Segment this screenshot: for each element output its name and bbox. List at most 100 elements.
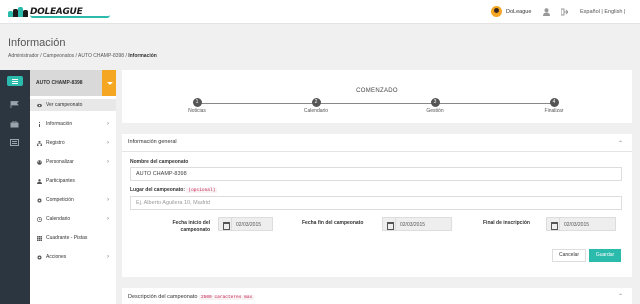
calendar-icon	[218, 217, 232, 231]
top-bar: DOLEAGUE DoLeague Español | English |	[0, 0, 640, 24]
briefcase-icon[interactable]	[10, 121, 19, 128]
step-number: 4	[549, 98, 559, 107]
place-field[interactable]: Ej. Alberto Aguilera 10, Madrid	[130, 196, 622, 210]
sidebar-item-ver-campeonato[interactable]: Ver campeonato	[30, 99, 116, 111]
description-title: Descripción del campeonato	[128, 294, 198, 300]
user-icon	[37, 178, 42, 184]
sidebar-item-registro[interactable]: Registro ›	[30, 137, 116, 149]
paint-icon	[37, 159, 42, 165]
championship-status: COMENZADO	[356, 88, 398, 94]
end-date-label: Fecha fin del campeonato	[302, 220, 364, 226]
step-finalizar[interactable]: 4 Finalizar	[524, 98, 584, 114]
step-label: Noticias	[188, 108, 206, 114]
info-icon	[39, 121, 40, 127]
gear-icon	[37, 198, 42, 202]
registration-end-picker[interactable]: 02/03/2015	[546, 217, 616, 231]
start-date-value: 02/03/2015	[232, 217, 273, 231]
sidebar-item-label: Ver campeonato	[46, 102, 83, 108]
sidebar-item-competicion[interactable]: Competición ›	[30, 194, 116, 206]
sidebar-item-label: Personalizar	[46, 159, 74, 165]
place-label-text: Lugar del campeonato:	[130, 187, 186, 193]
chevron-right-icon: ›	[107, 121, 109, 127]
flag-icon[interactable]	[10, 101, 19, 108]
save-button[interactable]: Guardar	[589, 249, 621, 262]
user-menu[interactable]: DoLeague	[491, 6, 531, 17]
left-icon-bar	[0, 70, 30, 304]
championship-name: AUTO CHAMP-8398	[36, 80, 83, 86]
registration-end-value: 02/03/2015	[560, 217, 616, 231]
grid-icon	[37, 235, 42, 241]
calendar-icon	[382, 217, 396, 231]
step-label: Gestión	[426, 108, 444, 114]
end-date-value: 02/03/2015	[396, 217, 452, 231]
sidebar-header: AUTO CHAMP-8398	[30, 70, 116, 96]
optional-badge: (opcional)	[186, 188, 218, 193]
sign-out-icon[interactable]	[561, 8, 568, 16]
card-icon[interactable]	[10, 139, 19, 146]
step-calendario[interactable]: 2 Calendario	[286, 98, 346, 114]
sidebar-item-label: Información	[46, 121, 73, 127]
start-date-picker[interactable]: 02/03/2015	[218, 217, 273, 231]
sidebar-item-calendario[interactable]: Calendario ›	[30, 213, 116, 225]
championship-name-field[interactable]: AUTO CHAMP-8398	[130, 167, 622, 181]
chevron-up-icon[interactable]: ⌃	[618, 140, 623, 147]
sidebar-item-acciones[interactable]: Acciones ›	[30, 251, 116, 263]
breadcrumb-path[interactable]: Administrador / Campeonatos / AUTO CHAMP…	[8, 53, 128, 59]
name-label: Nombre del campeonato	[130, 159, 189, 165]
sidebar-item-label: Calendario	[46, 216, 71, 222]
step-noticias[interactable]: 1 Noticias	[167, 98, 227, 114]
sidebar-item-participantes[interactable]: Participantes	[30, 175, 116, 187]
sidebar-item-label: Cuadrante - Pistas	[46, 235, 88, 241]
registration-end-label: Final de inscripción	[483, 220, 530, 226]
chevron-right-icon: ›	[107, 159, 109, 165]
char-limit-badge: 2500 caracteres max	[198, 295, 255, 300]
general-info-card: Información general ⌃ Nombre del campeon…	[122, 134, 632, 277]
description-card[interactable]: Descripción del campeonato 2500 caracter…	[122, 288, 632, 304]
doleague-logo[interactable]: DOLEAGUE	[8, 6, 110, 18]
general-info-header[interactable]: Información general ⌃	[122, 134, 632, 152]
breadcrumb-current: Información	[128, 53, 157, 59]
step-number: 3	[430, 98, 440, 107]
chevron-up-icon[interactable]: ⌃	[618, 293, 623, 300]
cancel-button[interactable]: Cancelar	[552, 249, 586, 262]
chevron-right-icon: ›	[107, 140, 109, 146]
progress-card: COMENZADO 1 Noticias 2 Calendario 3 Gest…	[122, 70, 632, 123]
clock-icon	[37, 216, 42, 222]
sidebar-item-label: Registro	[46, 140, 65, 146]
hamburger-icon	[12, 79, 18, 84]
chevron-right-icon: ›	[107, 254, 109, 260]
championship-dropdown-button[interactable]	[102, 70, 116, 96]
page-title: Información	[8, 37, 66, 49]
avatar	[491, 6, 502, 17]
calendar-icon	[546, 217, 560, 231]
user-name: DoLeague	[506, 8, 532, 15]
sitemap-icon	[37, 140, 42, 146]
logo-swoosh	[30, 15, 110, 18]
step-number: 2	[311, 98, 321, 107]
step-label: Calendario	[303, 108, 329, 114]
chevron-right-icon: ›	[107, 197, 109, 203]
championship-sidebar: AUTO CHAMP-8398 Ver campeonato Informaci…	[30, 70, 116, 304]
players-logo-icon	[8, 7, 30, 17]
chevron-right-icon: ›	[107, 216, 109, 222]
sidebar-item-label: Participantes	[46, 178, 75, 184]
end-date-picker[interactable]: 02/03/2015	[382, 217, 452, 231]
menu-toggle-button[interactable]	[7, 76, 23, 86]
breadcrumb: Administrador / Campeonatos / AUTO CHAMP…	[8, 53, 157, 59]
gear-icon	[37, 255, 42, 259]
steps-line	[197, 103, 555, 104]
place-label: Lugar del campeonato: (opcional)	[130, 187, 218, 193]
step-gestion[interactable]: 3 Gestión	[405, 98, 465, 114]
eye-icon	[37, 103, 42, 107]
sidebar-item-label: Competición	[46, 197, 74, 203]
general-info-title: Información general	[128, 139, 177, 145]
start-date-label: Fecha inicio del campeonato	[172, 220, 210, 233]
sidebar-item-personalizar[interactable]: Personalizar ›	[30, 156, 116, 168]
step-number: 1	[192, 98, 202, 107]
user-icon[interactable]	[543, 8, 550, 16]
sidebar-item-label: Acciones	[46, 254, 67, 260]
sidebar-item-cuadrante-pistas[interactable]: Cuadrante - Pistas	[30, 232, 116, 244]
language-switcher[interactable]: Español | English |	[580, 9, 625, 15]
sidebar-item-informacion[interactable]: Información ›	[30, 118, 116, 130]
step-label: Finalizar	[544, 108, 564, 114]
